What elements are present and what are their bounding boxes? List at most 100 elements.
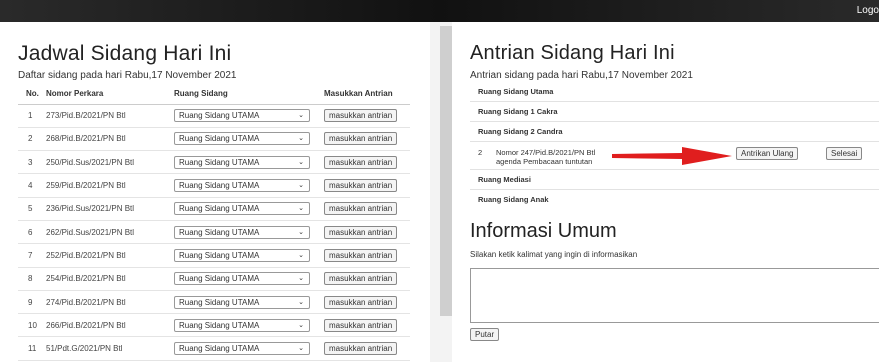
row-action-cell: masukkan antrian [324,313,410,338]
row-room-cell: Ruang Sidang UTAMA ⌄ [174,104,324,128]
add-to-queue-button[interactable]: masukkan antrian [324,179,398,193]
row-number: 9 [18,290,46,315]
add-to-queue-button[interactable]: masukkan antrian [324,342,398,356]
queue-item-number: 2 [478,148,483,157]
room-select[interactable]: Ruang Sidang UTAMA ⌄ [174,132,310,146]
add-to-queue-button[interactable]: masukkan antrian [324,109,398,123]
table-row: 11 51/Pdt.G/2021/PN Btl Ruang Sidang UTAMA… [18,336,410,361]
row-number: 2 [18,127,46,152]
row-number: 5 [18,197,46,221]
scrollbar[interactable] [430,22,452,362]
room-select[interactable]: Ruang Sidang UTAMA ⌄ [174,272,310,286]
table-row: 8 254/Pid.B/2021/PN Btl Ruang Sidang UTAMA… [18,267,410,291]
room-select[interactable]: Ruang Sidang UTAMA ⌄ [174,155,310,169]
room-select-value: Ruang Sidang UTAMA [179,204,260,214]
row-case-number: 236/Pid.Sus/2021/PN Btl [46,197,174,221]
add-to-queue-button[interactable]: masukkan antrian [324,272,398,286]
row-number: 11 [18,336,46,361]
info-textarea[interactable] [470,268,879,323]
add-to-queue-button[interactable]: masukkan antrian [324,202,398,216]
room-select[interactable]: Ruang Sidang UTAMA ⌄ [174,342,310,356]
row-number: 7 [18,243,46,268]
table-row: 6 262/Pid.Sus/2021/PN Btl Ruang Sidang UTA… [18,220,410,245]
schedule-table: No. Nomor Perkara Ruang Sidang Masukkan … [18,84,410,361]
chevron-down-icon: ⌄ [298,228,304,236]
room-candra: Ruang Sidang 2 Candra [470,122,879,142]
room-select[interactable]: Ruang Sidang UTAMA ⌄ [174,109,310,123]
col-action: Masukkan Antrian [324,84,410,105]
room-select[interactable]: Ruang Sidang UTAMA ⌄ [174,202,310,216]
chevron-down-icon: ⌄ [298,205,304,213]
chevron-down-icon: ⌄ [298,135,304,143]
room-select[interactable]: Ruang Sidang UTAMA ⌄ [174,318,310,332]
room-select-value: Ruang Sidang UTAMA [179,227,260,237]
row-room-cell: Ruang Sidang UTAMA ⌄ [174,243,324,268]
info-title: Informasi Umum [470,220,617,242]
page: Jadwal Sidang Hari Ini Daftar sidang pad… [0,22,879,362]
row-case-number: 252/Pid.B/2021/PN Btl [46,243,174,268]
queue-item-case: Nomor 247/Pid.B/2021/PN Btl [496,148,596,157]
room-select[interactable]: Ruang Sidang UTAMA ⌄ [174,295,310,309]
room-select-value: Ruang Sidang UTAMA [179,250,260,260]
row-room-cell: Ruang Sidang UTAMA ⌄ [174,173,324,198]
row-room-cell: Ruang Sidang UTAMA ⌄ [174,290,324,315]
row-room-cell: Ruang Sidang UTAMA ⌄ [174,127,324,152]
schedule-panel: Jadwal Sidang Hari Ini Daftar sidang pad… [0,22,430,362]
add-to-queue-button[interactable]: masukkan antrian [324,318,398,332]
col-room: Ruang Sidang [174,84,324,105]
room-select[interactable]: Ruang Sidang UTAMA ⌄ [174,248,310,262]
room-mediasi: Ruang Mediasi [470,170,879,190]
row-case-number: 266/Pid.B/2021/PN Btl [46,313,174,338]
room-select[interactable]: Ruang Sidang UTAMA ⌄ [174,225,310,239]
add-to-queue-button[interactable]: masukkan antrian [324,155,398,169]
room-select-value: Ruang Sidang UTAMA [179,111,260,121]
add-to-queue-button[interactable]: masukkan antrian [324,248,398,262]
row-action-cell: masukkan antrian [324,173,410,198]
chevron-down-icon: ⌄ [298,298,304,306]
queue-subtitle: Antrian sidang pada hari Rabu,17 Novembe… [470,70,693,81]
room-select-value: Ruang Sidang UTAMA [179,274,260,284]
table-row: 10 266/Pid.B/2021/PN Btl Ruang Sidang UTAM… [18,313,410,338]
done-button[interactable]: Selesai [826,147,863,160]
table-row: 5 236/Pid.Sus/2021/PN Btl Ruang Sidang UTA… [18,197,410,221]
row-case-number: 51/Pdt.G/2021/PN Btl [46,336,174,361]
room-select-value: Ruang Sidang UTAMA [179,181,260,191]
row-number: 4 [18,173,46,198]
play-button[interactable]: Putar [470,328,500,341]
add-to-queue-button[interactable]: masukkan antrian [324,295,398,309]
table-header-row: No. Nomor Perkara Ruang Sidang Masukkan … [18,84,410,105]
row-number: 6 [18,220,46,245]
room-anak: Ruang Sidang Anak [478,195,549,204]
table-row: 1 273/Pid.B/2021/PN Btl Ruang Sidang UTAMA… [18,104,410,128]
chevron-down-icon: ⌄ [298,345,304,353]
queue-item-agenda: agenda Pembacaan tuntutan [496,157,593,166]
row-case-number: 274/Pid.B/2021/PN Btl [46,290,174,315]
top-bar: Logo [0,0,879,22]
row-case-number: 273/Pid.B/2021/PN Btl [46,104,174,128]
schedule-subtitle: Daftar sidang pada hari Rabu,17 November… [18,70,237,81]
room-utama: Ruang Sidang Utama [470,82,879,102]
scrollbar-thumb[interactable] [440,26,452,316]
table-row: 4 259/Pid.B/2021/PN Btl Ruang Sidang UTAMA… [18,173,410,198]
row-room-cell: Ruang Sidang UTAMA ⌄ [174,220,324,245]
row-action-cell: masukkan antrian [324,197,410,221]
chevron-down-icon: ⌄ [298,251,304,259]
row-action-cell: masukkan antrian [324,243,410,268]
col-case-number: Nomor Perkara [46,84,174,105]
row-number: 1 [18,104,46,128]
room-select-value: Ruang Sidang UTAMA [179,134,260,144]
room-select[interactable]: Ruang Sidang UTAMA ⌄ [174,179,310,193]
table-row: 9 274/Pid.B/2021/PN Btl Ruang Sidang UTAMA… [18,290,410,315]
row-case-number: 259/Pid.B/2021/PN Btl [46,173,174,198]
logout-link[interactable]: Logo [857,5,879,16]
row-number: 3 [18,150,46,175]
add-to-queue-button[interactable]: masukkan antrian [324,132,398,146]
chevron-down-icon: ⌄ [298,112,304,120]
row-number: 10 [18,313,46,338]
add-to-queue-button[interactable]: masukkan antrian [324,225,398,239]
requeue-button[interactable]: Antrikan Ulang [736,147,799,160]
table-row: 7 252/Pid.B/2021/PN Btl Ruang Sidang UTAMA… [18,243,410,268]
room-select-value: Ruang Sidang UTAMA [179,157,260,167]
row-action-cell: masukkan antrian [324,267,410,291]
row-room-cell: Ruang Sidang UTAMA ⌄ [174,336,324,361]
